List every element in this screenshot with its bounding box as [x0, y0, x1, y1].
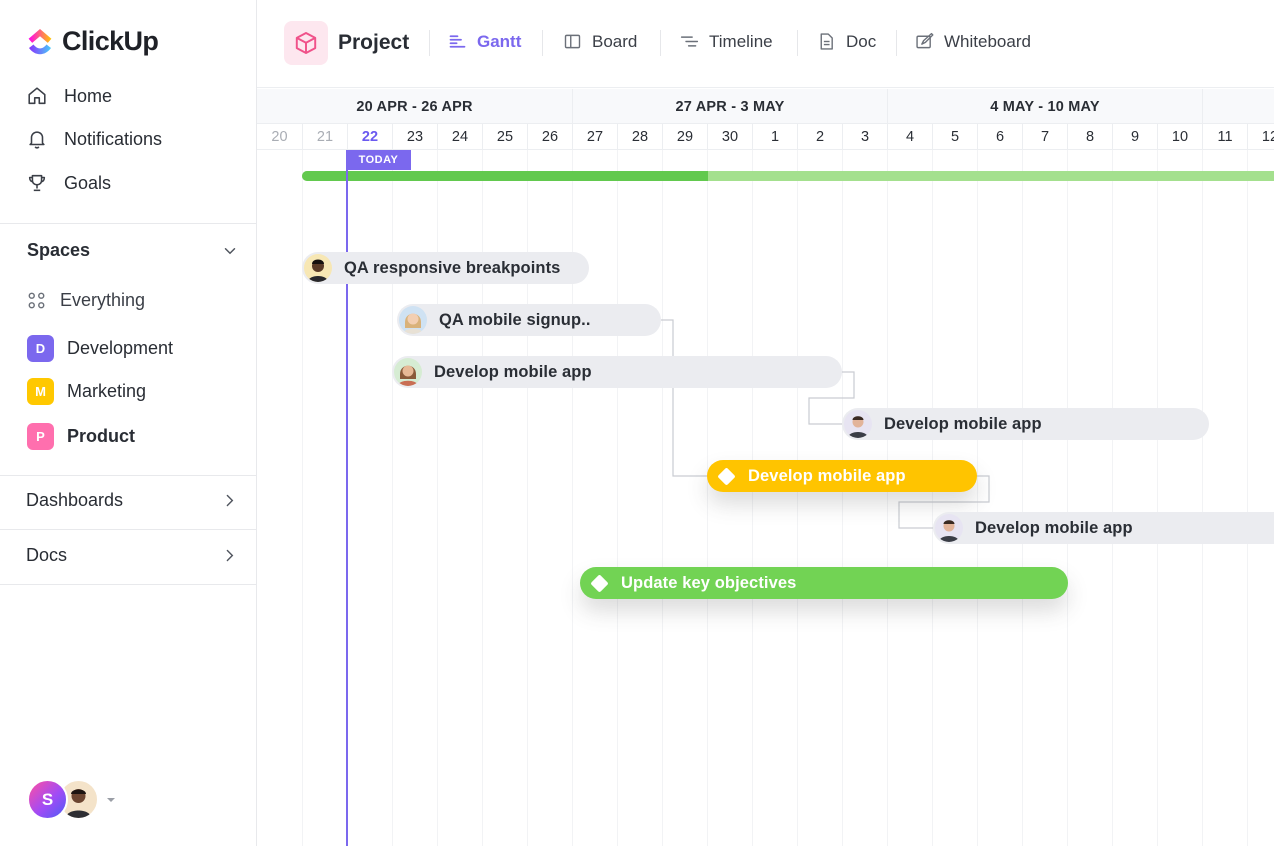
- logo-text: ClickUp: [62, 26, 159, 56]
- sidebar-divider: [0, 223, 256, 224]
- assignee-avatar: [844, 410, 872, 438]
- trophy-icon: [28, 174, 46, 192]
- assignee-avatar: [935, 514, 963, 542]
- sidebar-divider: [0, 529, 256, 530]
- task-label: Update key objectives: [621, 573, 797, 592]
- nav-goals[interactable]: Goals: [26, 172, 111, 194]
- timeline-icon: [680, 36, 699, 47]
- space-label: Marketing: [67, 381, 147, 401]
- spaces-title: Spaces: [27, 240, 91, 260]
- docs-label: Docs: [26, 545, 68, 565]
- space-label: Development: [67, 338, 174, 358]
- tab-divider: [429, 30, 430, 56]
- tab-whiteboard-label: Whiteboard: [944, 31, 1031, 51]
- project-header: Project Gantt Board Timeline Doc Whitebo…: [257, 0, 1274, 88]
- whiteboard-icon: [916, 32, 934, 49]
- task-bar[interactable]: QA mobile signup..: [397, 304, 661, 336]
- sidebar-item-product[interactable]: P Product: [27, 423, 135, 450]
- spaces-header[interactable]: Spaces: [27, 240, 239, 261]
- space-label: Product: [67, 426, 136, 446]
- tab-doc[interactable]: Doc: [816, 31, 876, 52]
- doc-icon: [820, 33, 833, 50]
- sidebar-item-everything[interactable]: Everything: [27, 290, 145, 311]
- everything-label: Everything: [60, 290, 146, 310]
- gantt-chart: 20 APR - 26 APR 27 APR - 3 MAY 4 MAY - 1…: [257, 89, 1274, 846]
- task-label: Develop mobile app: [975, 518, 1133, 537]
- tab-timeline[interactable]: Timeline: [679, 31, 773, 52]
- nav-goals-label: Goals: [64, 172, 112, 193]
- task-bar[interactable]: QA responsive breakpoints: [302, 252, 589, 284]
- assignee-avatar: [399, 306, 427, 334]
- space-badge: P: [27, 423, 54, 450]
- tab-timeline-label: Timeline: [709, 31, 773, 51]
- tab-divider: [797, 30, 798, 56]
- tab-divider: [660, 30, 661, 56]
- bell-icon: [29, 131, 45, 149]
- tab-gantt-label: Gantt: [477, 31, 522, 51]
- cube-icon: [284, 21, 328, 65]
- board-icon: [564, 34, 581, 49]
- task-label: Develop mobile app: [434, 362, 592, 381]
- task-label: Develop mobile app: [748, 466, 906, 485]
- assignee-avatar: [394, 358, 422, 386]
- caret-down-icon[interactable]: [105, 794, 117, 806]
- chevron-down-icon[interactable]: [221, 242, 239, 260]
- task-label: QA responsive breakpoints: [344, 258, 561, 277]
- nav-home[interactable]: Home: [26, 85, 112, 107]
- task-bar[interactable]: Develop mobile app: [842, 408, 1209, 440]
- tab-board[interactable]: Board: [562, 31, 637, 52]
- nav-notifications-label: Notifications: [64, 128, 163, 149]
- home-icon: [28, 87, 46, 105]
- sidebar-divider: [0, 584, 256, 585]
- chevron-right-icon: [226, 494, 234, 507]
- sidebar-item-development[interactable]: D Development: [27, 335, 173, 362]
- milestone-bar[interactable]: Update key objectives: [580, 567, 1068, 599]
- tab-doc-label: Doc: [846, 31, 877, 51]
- page-title: Project: [338, 31, 410, 54]
- sidebar-divider: [0, 475, 256, 476]
- user-menu[interactable]: S: [27, 779, 117, 820]
- milestone-bar[interactable]: Develop mobile app: [707, 460, 977, 492]
- gantt-icon: [449, 35, 466, 48]
- task-label: QA mobile signup..: [439, 310, 591, 329]
- space-badge: D: [27, 335, 54, 362]
- sidebar-item-docs[interactable]: Docs: [26, 545, 238, 566]
- tab-board-label: Board: [592, 31, 638, 51]
- grid-dots-icon: [28, 292, 45, 309]
- clickup-logo-icon: [28, 28, 52, 54]
- sidebar-item-marketing[interactable]: M Marketing: [27, 378, 146, 405]
- nav-notifications[interactable]: Notifications: [26, 128, 162, 150]
- user-avatar-s[interactable]: S: [27, 779, 68, 820]
- nav-home-label: Home: [64, 85, 113, 106]
- space-badge: M: [27, 378, 54, 405]
- task-bar[interactable]: Develop mobile app: [392, 356, 842, 388]
- dashboards-label: Dashboards: [26, 490, 124, 510]
- task-label: Develop mobile app: [884, 414, 1042, 433]
- milestone-diamond-icon: [717, 466, 736, 486]
- task-bar[interactable]: Develop mobile app: [933, 512, 1274, 544]
- clickup-logo[interactable]: ClickUp: [26, 26, 159, 57]
- milestone-diamond-icon: [590, 573, 609, 593]
- chevron-right-icon: [226, 549, 234, 562]
- assignee-avatar: [304, 254, 332, 282]
- sidebar-item-dashboards[interactable]: Dashboards: [26, 490, 238, 511]
- tab-divider: [542, 30, 543, 56]
- tab-whiteboard[interactable]: Whiteboard: [914, 31, 1031, 52]
- sidebar: ClickUp Home Notifications Goals Spaces …: [0, 0, 257, 846]
- tab-divider: [896, 30, 897, 56]
- tab-gantt[interactable]: Gantt: [447, 31, 521, 52]
